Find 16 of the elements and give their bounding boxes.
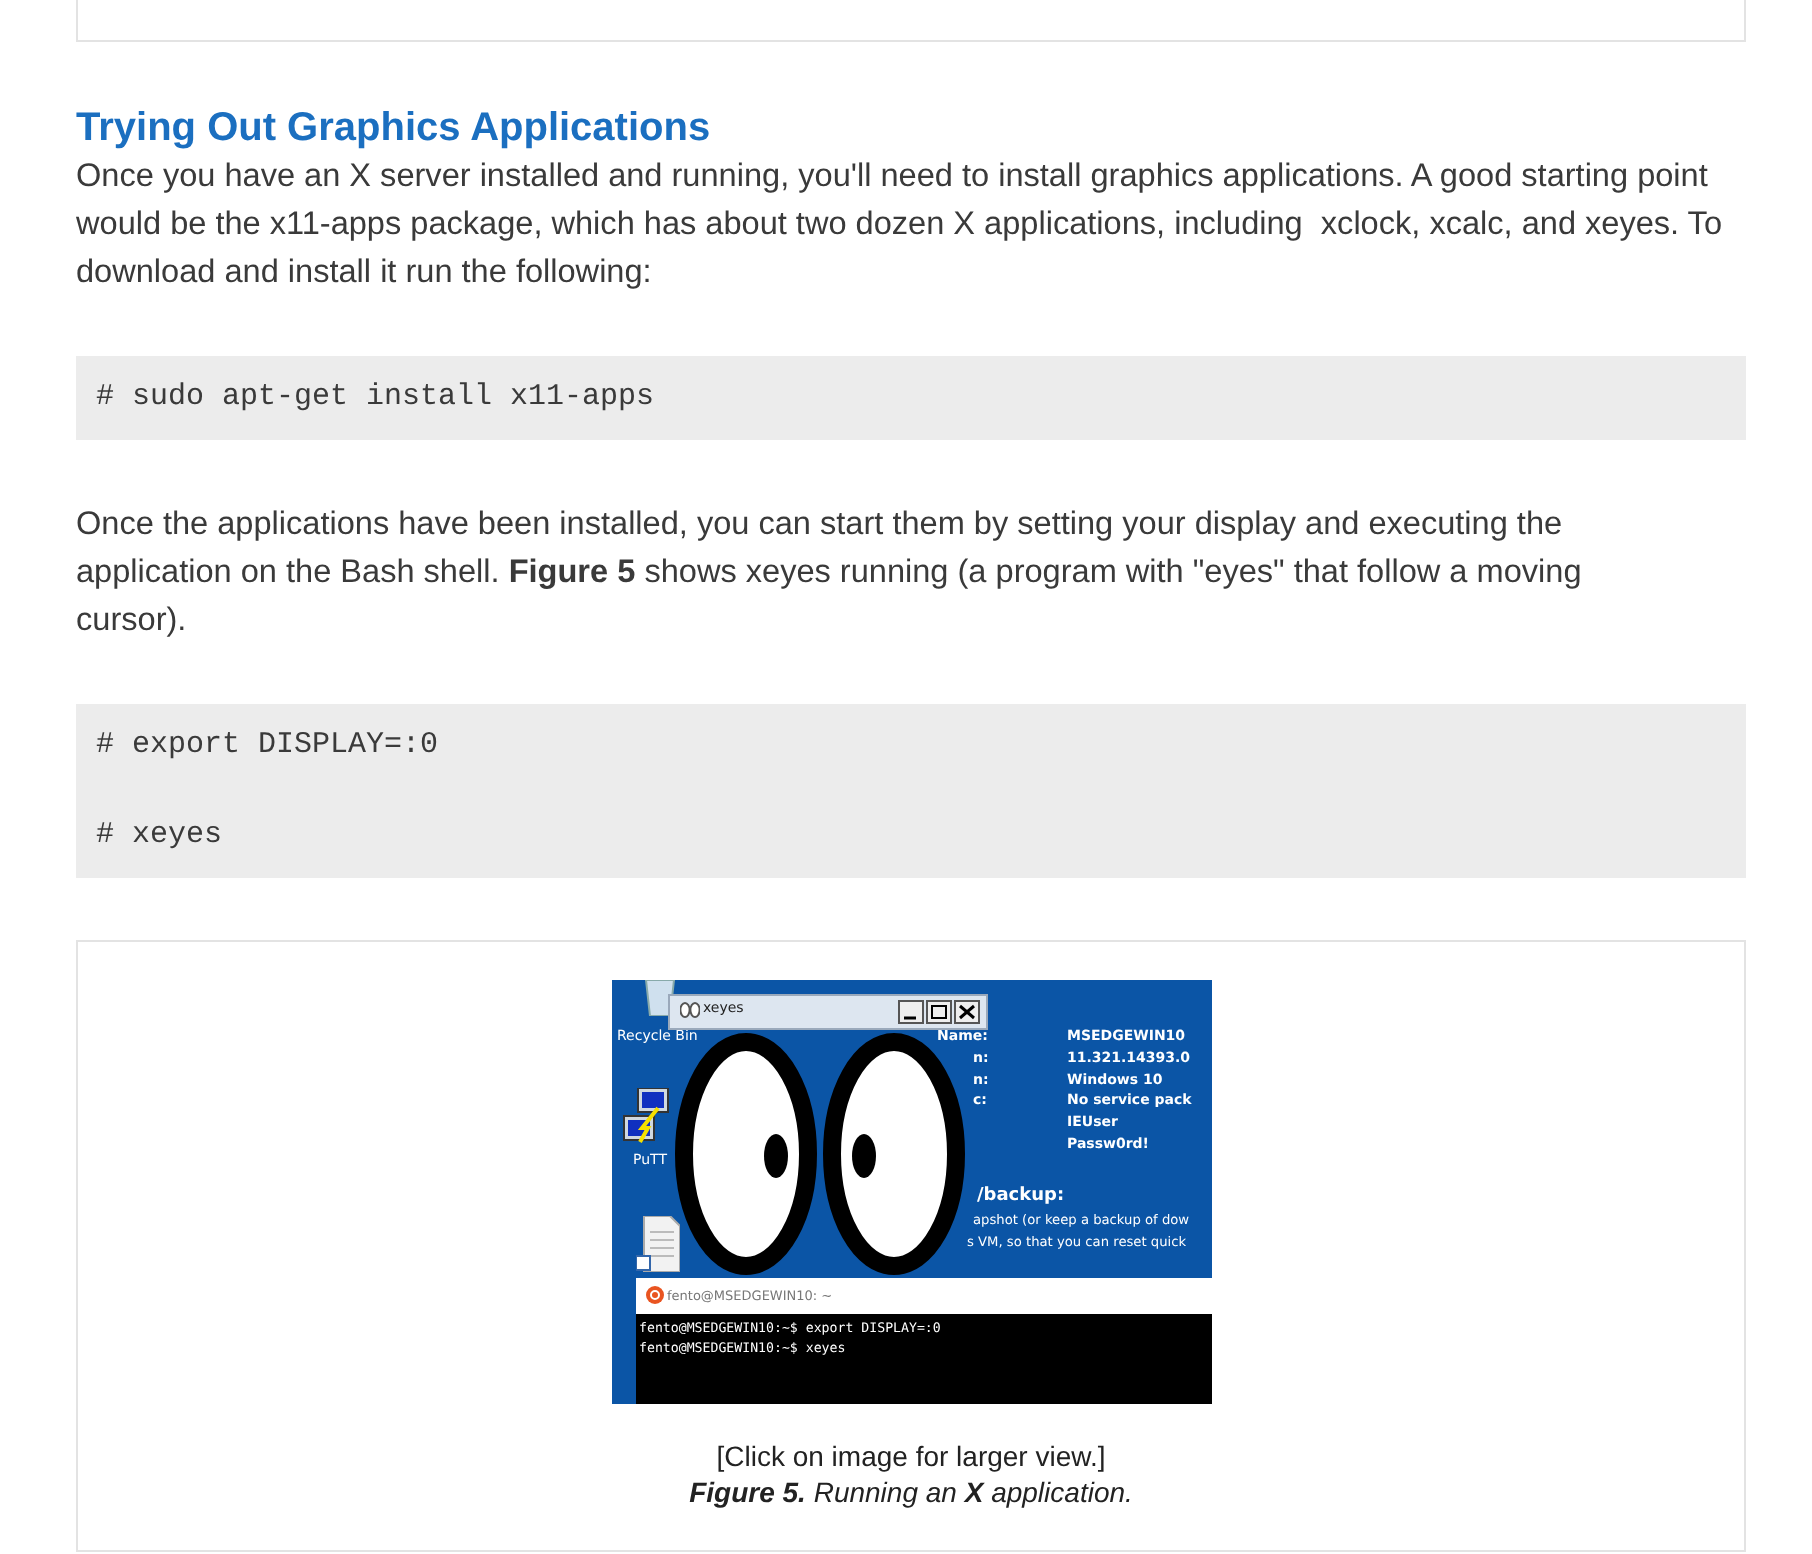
code-line: # export DISPLAY=:0 [96, 726, 439, 766]
backup-heading: /backup: [977, 1186, 1065, 1206]
recycle-bin-icon[interactable] [639, 980, 679, 1016]
computer-icon[interactable] [621, 1088, 669, 1148]
figure-caption: Figure 5. Running an X application. [689, 1474, 1133, 1510]
paragraph: Once you have an X server installed and running, you'll need to install graphics applications. A good starting point would be the x11-apps package, which has about two dozen X applications, including xclock, xcalc, and xeyes. To download and install it run the following: [76, 156, 1724, 294]
circle-logo-icon [645, 1286, 663, 1304]
eyes-icon [679, 1002, 699, 1018]
figure-note: [Click on image for larger view.] [716, 1438, 1106, 1474]
paragraph: Once the applications have been installed, you can start them by setting your display and executing the application on the Bash shell. Figure 5 shows xeyes running (a program with "eyes" that follow a moving cursor). [76, 504, 1584, 642]
code-line: # sudo apt-get install x11-apps [96, 378, 655, 418]
code-line: # xeyes [96, 816, 223, 856]
screenshot[interactable] [611, 980, 1211, 1404]
section-heading: Trying Out Graphics Applications [76, 104, 713, 152]
window-controls-icon[interactable] [897, 1000, 981, 1024]
document-icon[interactable] [635, 1216, 679, 1272]
